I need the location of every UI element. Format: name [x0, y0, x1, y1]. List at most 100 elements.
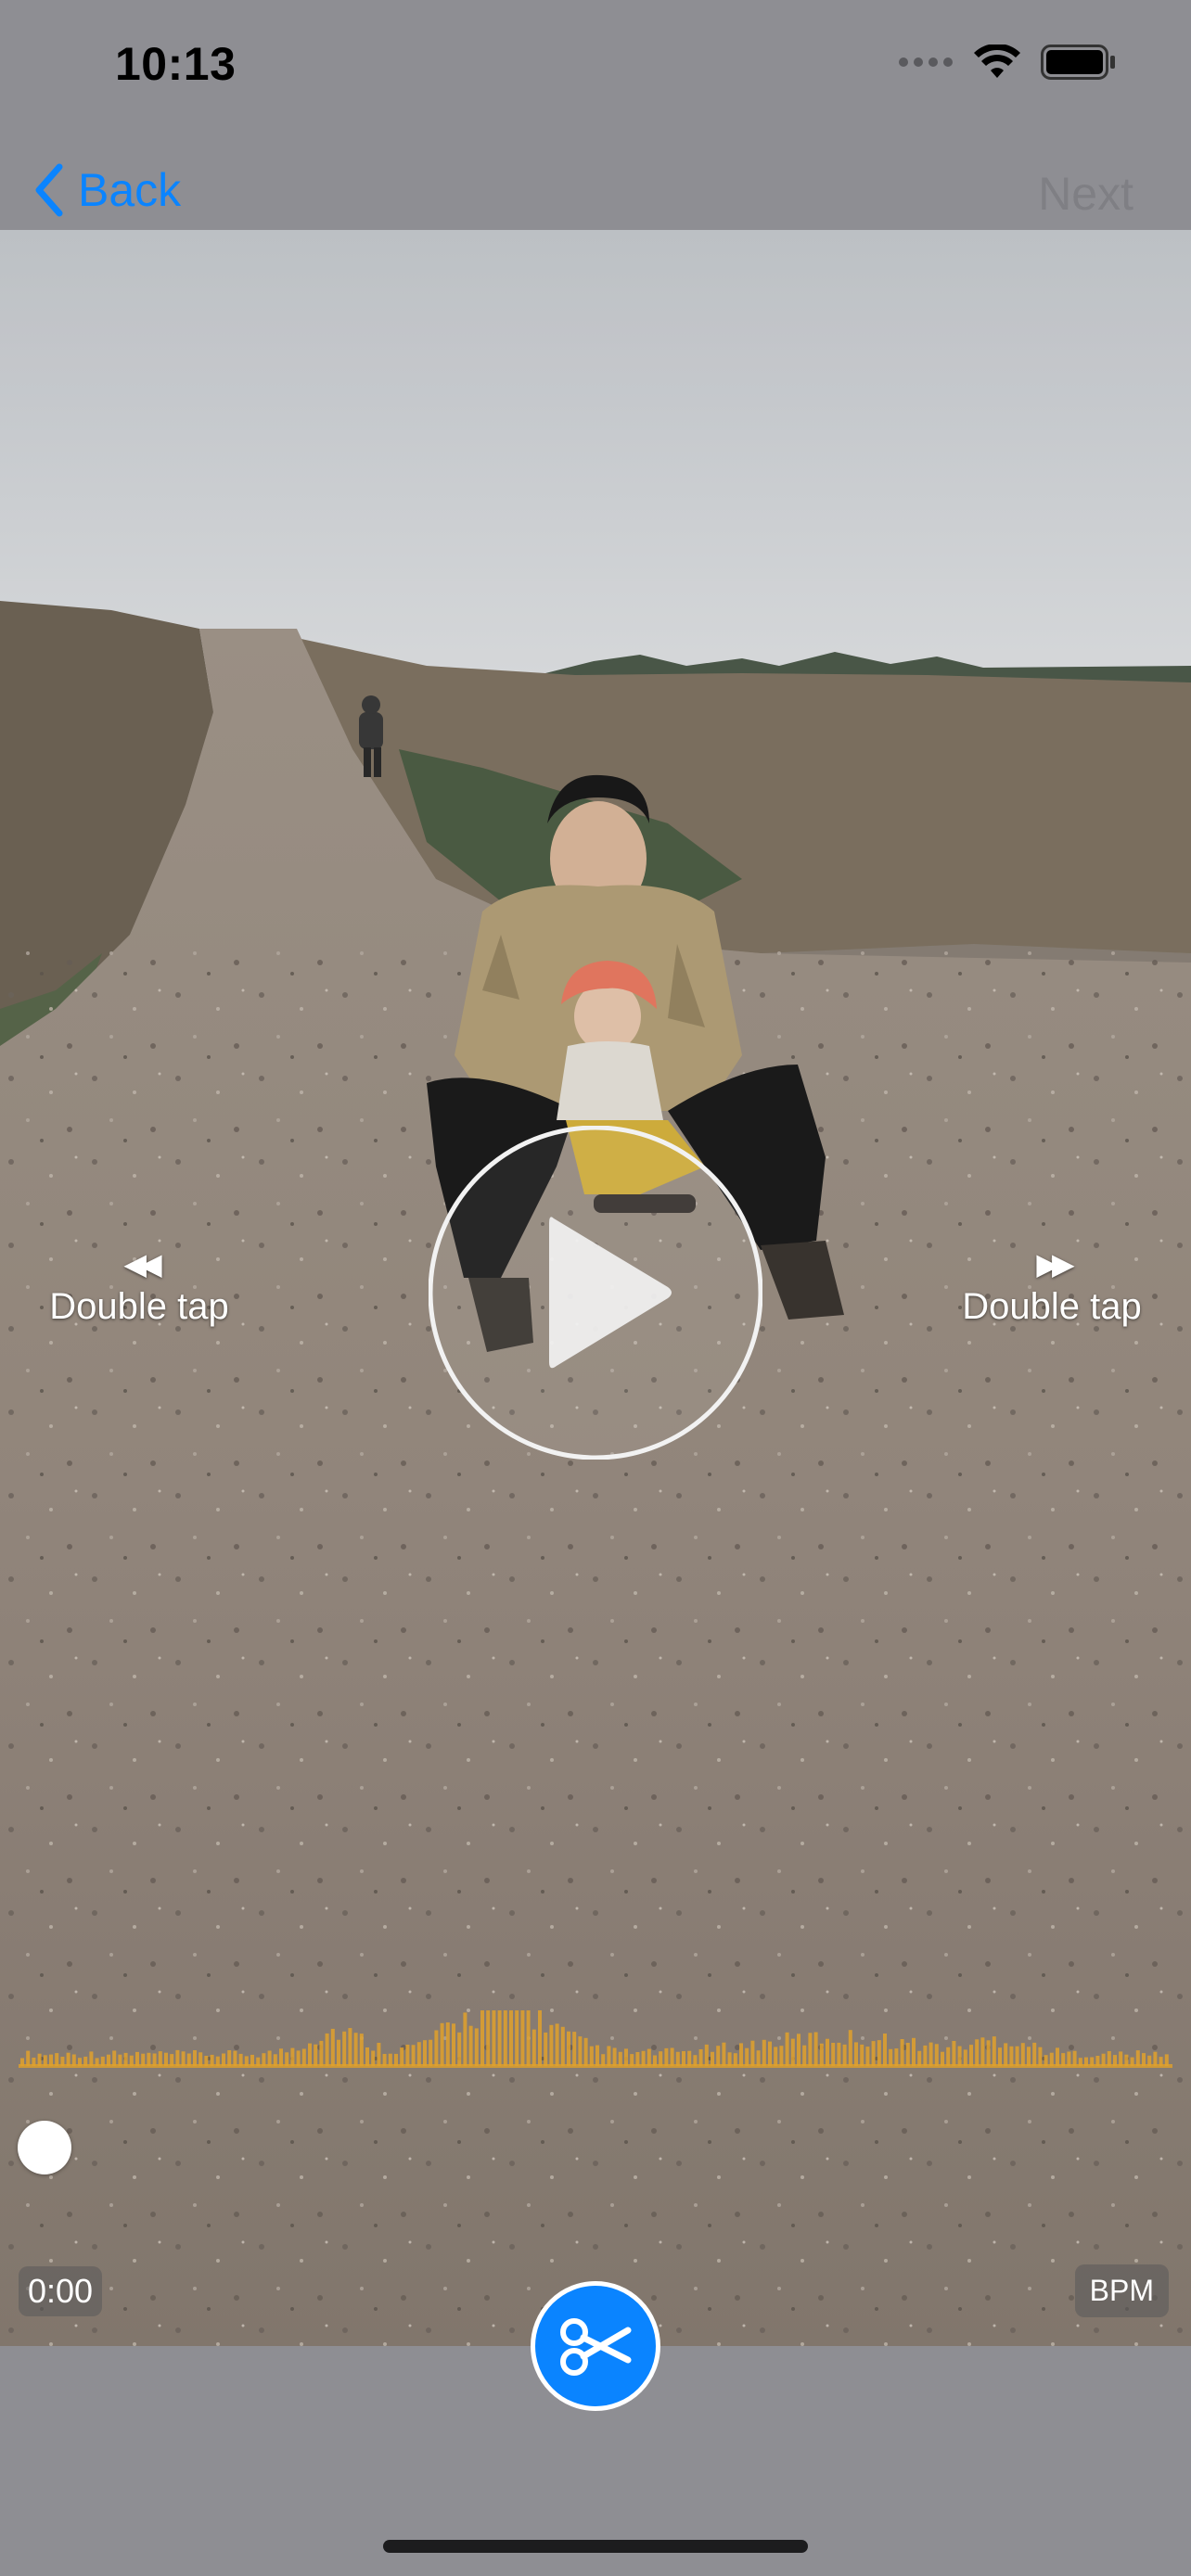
video-player[interactable]: ◀◀ Double tap ▶▶ Double tap 0:00 BPM — [0, 230, 1191, 2346]
waveform-bar — [55, 2053, 59, 2066]
signal-icon — [899, 57, 953, 67]
waveform-bar — [100, 2056, 105, 2066]
waveform-bar — [756, 2050, 761, 2066]
waveform-bar — [894, 2048, 899, 2066]
seek-forward-hint: Double tap — [962, 1286, 1142, 1327]
seek-back-zone[interactable]: ◀◀ Double tap — [19, 1245, 260, 1331]
waveform-bar — [698, 2049, 703, 2066]
waveform-bar — [912, 2037, 916, 2066]
waveform-bar — [837, 2042, 841, 2066]
waveform-bar — [158, 2051, 162, 2066]
waveform-bar — [503, 2010, 507, 2066]
waveform-bar — [1020, 2043, 1025, 2066]
waveform-bar — [607, 2046, 611, 2066]
waveform-bar — [727, 2052, 732, 2066]
waveform-bar — [572, 2032, 577, 2066]
waveform-bar — [147, 2052, 151, 2066]
waveform-bar — [831, 2043, 836, 2066]
waveform-bar — [1084, 2057, 1088, 2066]
waveform-bar — [20, 2058, 24, 2066]
waveform-bar — [152, 2053, 157, 2066]
waveform-bar — [1119, 2051, 1123, 2066]
chevron-left-icon — [35, 163, 63, 217]
waveform-bar — [118, 2054, 122, 2066]
navigation-bar: Back Next — [0, 130, 1191, 230]
waveform-bar — [1067, 2051, 1071, 2066]
waveform-bar — [267, 2050, 272, 2066]
waveform-bar — [768, 2041, 772, 2066]
waveform-bar — [416, 2042, 421, 2066]
waveform-bar — [596, 2045, 599, 2066]
back-button[interactable]: Back — [33, 163, 181, 217]
waveform-bar — [1147, 2055, 1152, 2066]
waveform-bar — [1153, 2051, 1158, 2066]
waveform-bar — [186, 2053, 191, 2066]
waveform-bar — [193, 2050, 197, 2066]
waveform-bar — [359, 2034, 364, 2066]
status-icons — [898, 45, 1117, 80]
waveform-bar — [1095, 2056, 1100, 2066]
waveform-bar — [1027, 2047, 1031, 2066]
waveform-bar — [957, 2046, 962, 2066]
waveform-bar — [739, 2043, 743, 2066]
waveform-bar — [555, 2023, 559, 2066]
waveform-bar — [865, 2047, 870, 2066]
waveform-bar — [440, 2022, 444, 2066]
waveform-bar — [687, 2050, 692, 2066]
cut-button[interactable] — [531, 2281, 660, 2411]
waveform-bar — [123, 2052, 128, 2066]
play-button[interactable] — [429, 1126, 762, 1460]
waveform-bar — [722, 2042, 726, 2066]
waveform-bar — [43, 2055, 47, 2066]
waveform-bar — [900, 2039, 904, 2066]
waveform-bar — [198, 2052, 203, 2066]
waveform-bar — [141, 2053, 146, 2066]
waveform-bar — [583, 2037, 588, 2066]
seek-forward-zone[interactable]: ▶▶ Double tap — [931, 1245, 1172, 1331]
waveform-bar — [515, 2010, 519, 2066]
waveform-bar — [314, 2044, 318, 2066]
waveform-bar — [641, 2050, 646, 2066]
waveform-bar — [135, 2051, 139, 2066]
waveform-bar — [917, 2050, 922, 2066]
waveform-bar — [170, 2054, 174, 2066]
waveform-bar — [998, 2047, 1002, 2066]
waveform-bar — [215, 2056, 220, 2066]
waveform-bar — [1072, 2050, 1077, 2066]
waveform-bar — [238, 2053, 243, 2066]
waveform-bar — [762, 2039, 766, 2066]
waveform-bar — [601, 2054, 606, 2066]
waveform-bar — [941, 2051, 944, 2066]
waveform-bar — [371, 2050, 376, 2066]
waveform-bar — [181, 2051, 186, 2066]
audio-waveform[interactable] — [0, 2010, 1191, 2103]
waveform-bar — [544, 2032, 548, 2066]
scrub-handle[interactable] — [18, 2121, 71, 2174]
waveform-bar — [95, 2058, 99, 2066]
waveform-bar — [445, 2022, 450, 2066]
waveform-bar — [653, 2055, 657, 2066]
waveform-bar — [452, 2023, 455, 2066]
wifi-icon — [974, 45, 1020, 78]
back-label: Back — [78, 164, 182, 216]
waveform-bar — [797, 2034, 800, 2066]
waveform-bar — [394, 2053, 398, 2066]
waveform-bar — [262, 2053, 266, 2066]
waveform-bar — [659, 2051, 663, 2066]
status-time: 10:13 — [115, 38, 237, 90]
waveform-bar — [492, 2010, 496, 2066]
waveform-bar — [647, 2048, 651, 2066]
next-button[interactable]: Next — [1038, 167, 1133, 221]
waveform-bar — [774, 2047, 778, 2066]
waveform-bar — [1090, 2057, 1095, 2066]
waveform-bar — [32, 2058, 36, 2066]
waveform-bar — [353, 2033, 358, 2066]
waveform-bar — [813, 2032, 818, 2066]
waveform-bar — [26, 2050, 31, 2066]
waveform-bar — [1004, 2043, 1008, 2066]
waveform-bar — [83, 2056, 88, 2066]
bpm-button[interactable]: BPM — [1074, 2264, 1169, 2317]
waveform-bar — [463, 2012, 467, 2066]
waveform-bar — [1159, 2057, 1163, 2066]
waveform-bar — [388, 2053, 392, 2066]
